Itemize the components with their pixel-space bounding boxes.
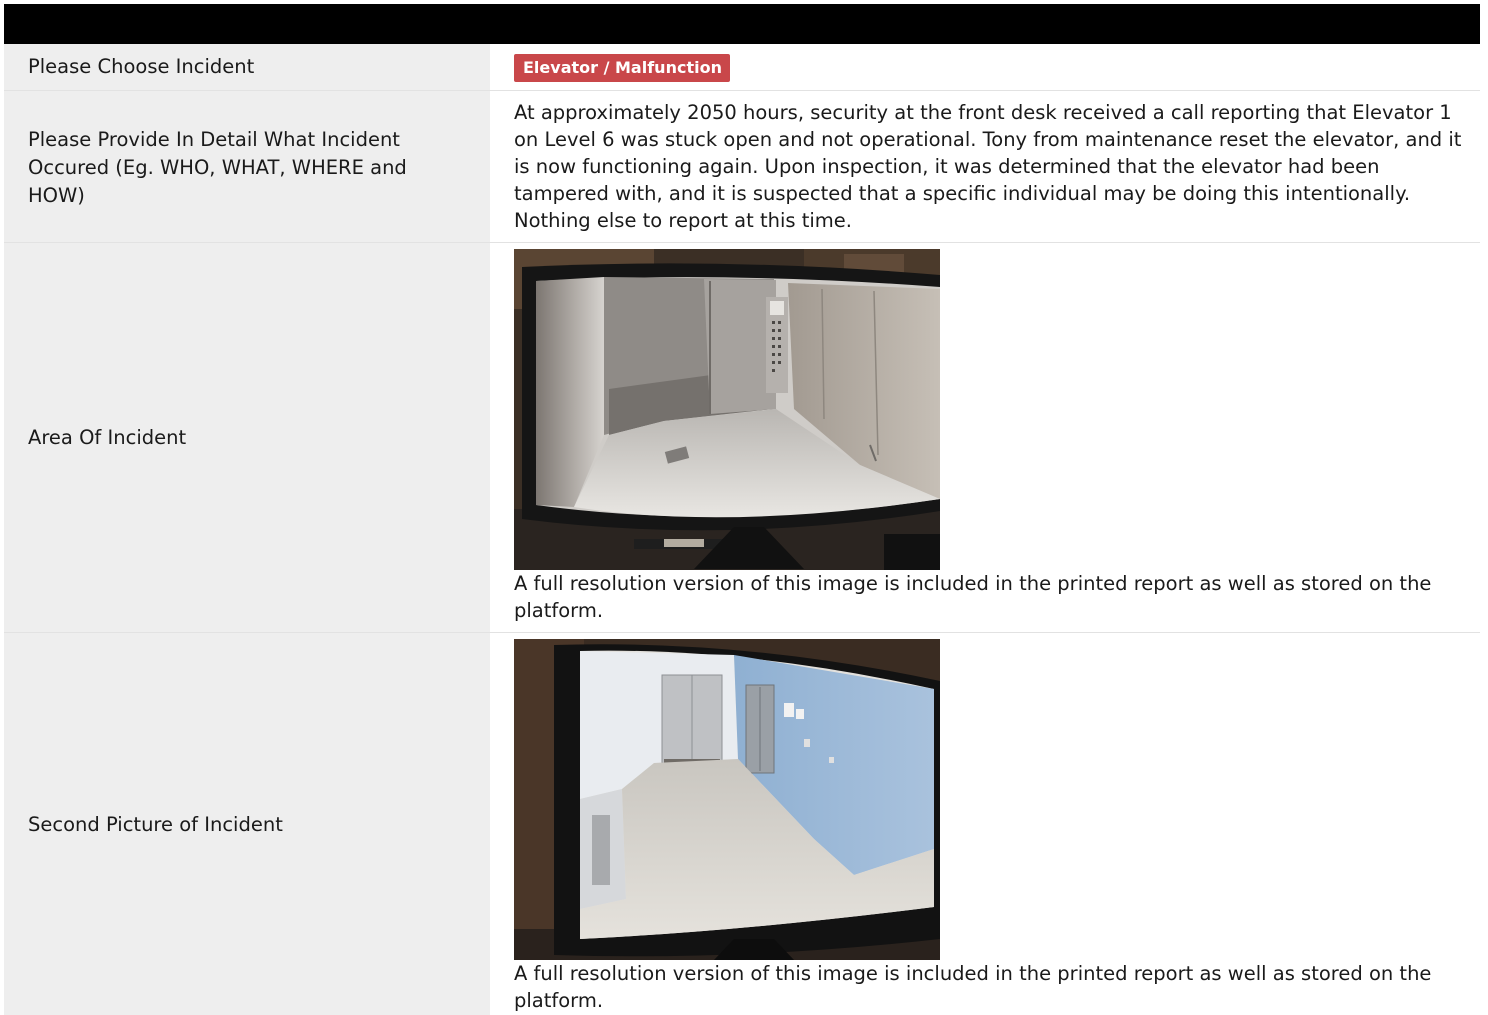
photo-caption: A full resolution version of this image … bbox=[514, 572, 1432, 622]
incident-photo-2[interactable] bbox=[514, 639, 940, 960]
photo-caption: A full resolution version of this image … bbox=[514, 962, 1432, 1012]
row-second-picture: Second Picture of Incident A full resolu… bbox=[4, 633, 1480, 1015]
incident-type-badge: Elevator / Malfunction bbox=[514, 54, 730, 82]
field-value: A full resolution version of this image … bbox=[490, 243, 1480, 632]
field-label: Please Provide In Detail What Incident O… bbox=[4, 91, 490, 242]
row-incident-detail: Please Provide In Detail What Incident O… bbox=[4, 91, 1480, 243]
header-bar bbox=[4, 4, 1480, 44]
incident-detail-text: At approximately 2050 hours, security at… bbox=[514, 101, 1462, 232]
field-label: Please Choose Incident bbox=[4, 44, 490, 90]
field-label: Area Of Incident bbox=[4, 243, 490, 632]
field-value: A full resolution version of this image … bbox=[490, 633, 1480, 1015]
incident-photo-1[interactable] bbox=[514, 249, 940, 570]
field-value: Elevator / Malfunction bbox=[490, 44, 1480, 90]
incident-report: Please Choose Incident Elevator / Malfun… bbox=[4, 4, 1480, 1015]
field-label: Second Picture of Incident bbox=[4, 633, 490, 1015]
row-area-of-incident: Area Of Incident A full resolution versi… bbox=[4, 243, 1480, 633]
row-incident-type: Please Choose Incident Elevator / Malfun… bbox=[4, 44, 1480, 91]
